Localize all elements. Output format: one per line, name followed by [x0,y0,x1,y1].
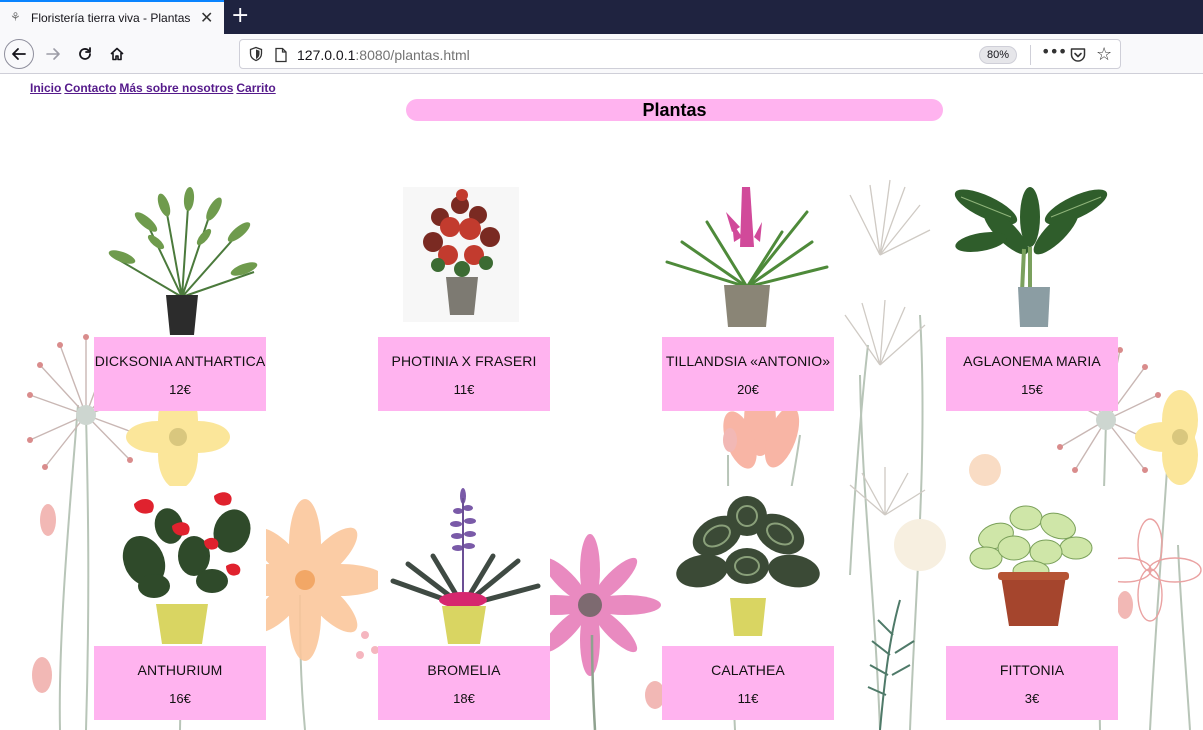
product-name: DICKSONIA ANTHARTICA [94,353,266,369]
product-info: AGLAONEMA MARIA 15€ [946,337,1118,411]
photinia-plant-image [403,187,519,322]
product-price: 11€ [453,382,475,397]
page-title: Plantas [406,99,943,121]
product-info: DICKSONIA ANTHARTICA 12€ [94,337,266,411]
urlbar-separator [1030,45,1031,65]
arrow-left-icon [12,48,26,60]
product-name: FITTONIA [999,662,1065,678]
product-info: FITTONIA 3€ [946,646,1118,720]
fittonia-plant-image [969,505,1093,626]
back-button[interactable] [4,39,34,69]
page-icon [275,47,287,63]
close-tab-icon[interactable]: ✕ [200,8,216,28]
product-name: ANTHURIUM [137,662,223,678]
product-info: CALATHEA 11€ [662,646,834,720]
tab-title: Floristería tierra viva - Plantas [31,11,191,25]
product-name: AGLAONEMA MARIA [963,353,1101,369]
home-icon [110,47,124,61]
more-actions-icon[interactable]: ••• [1041,42,1067,61]
product-price: 11€ [737,691,759,706]
bromelia-plant-image [390,488,541,644]
anthurium-plant-image [122,492,251,644]
product-info: BROMELIA 18€ [378,646,550,720]
forward-button[interactable] [38,39,68,69]
product-name: PHOTINIA X FRASERI [391,353,537,369]
page-viewport: Inicio Contacto Más sobre nosotros Carrito … [0,75,1203,730]
new-tab-icon[interactable]: + [231,3,251,29]
nav-link-inicio[interactable]: Inicio [30,81,61,95]
flower-favicon-icon: ⚘ [10,10,21,24]
product-price: 18€ [453,691,475,706]
calathea-plant-image [676,496,820,636]
reload-button[interactable] [70,39,100,69]
product-name: BROMELIA [427,662,501,678]
nav-link-nosotros[interactable]: Más sobre nosotros [119,81,233,95]
browser-toolbar: 127.0.0.1:8080/plantas.html 80% ••• ☆ [0,34,1203,74]
home-button[interactable] [102,39,132,69]
reload-icon [79,47,91,60]
product-name: TILLANDSIA «ANTONIO» [665,353,831,369]
bookmark-star-icon[interactable]: ☆ [1096,44,1112,65]
browser-tabbar: ⚘ Floristería tierra viva - Plantas ✕ + [0,0,1203,34]
shield-icon[interactable] [248,46,264,62]
product-price: 16€ [169,691,191,706]
product-price: 3€ [1024,691,1040,706]
tillandsia-plant-image [665,187,829,327]
browser-tab[interactable]: ⚘ Floristería tierra viva - Plantas ✕ [0,0,224,34]
product-price: 15€ [1021,382,1043,397]
arrow-right-icon [46,48,60,60]
aglaonema-plant-image [954,187,1108,327]
url-text: 127.0.0.1:8080/plantas.html [297,47,470,63]
nav-link-carrito[interactable]: Carrito [236,81,275,95]
product-price: 12€ [169,382,191,397]
zoom-indicator[interactable]: 80% [979,46,1018,64]
product-info: TILLANDSIA «ANTONIO» 20€ [662,337,834,411]
product-info: PHOTINIA X FRASERI 11€ [378,337,550,411]
nav-link-contacto[interactable]: Contacto [64,81,116,95]
pocket-icon[interactable] [1069,46,1087,64]
fern-plant-image [108,187,258,335]
product-info: ANTHURIUM 16€ [94,646,266,720]
main-navigation: Inicio Contacto Más sobre nosotros Carrito [30,81,279,95]
address-bar[interactable]: 127.0.0.1:8080/plantas.html 80% ••• ☆ [239,39,1121,69]
product-price: 20€ [737,382,759,397]
product-name: CALATHEA [711,662,785,678]
